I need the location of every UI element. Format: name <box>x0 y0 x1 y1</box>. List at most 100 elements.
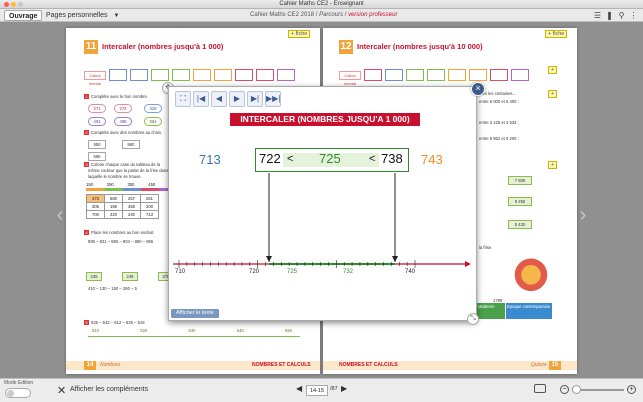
next-step-icon[interactable]: ▶| <box>247 91 263 107</box>
exercise-3-number: 3 <box>84 162 89 167</box>
pill-value: 326 <box>144 104 162 113</box>
calc-box[interactable] <box>406 69 424 81</box>
previous-page-arrow-icon[interactable]: ‹ <box>54 202 66 228</box>
exercise-3-text: Colorie chaque case du tableau de la <box>91 162 161 167</box>
calc-box[interactable] <box>427 69 445 81</box>
calc-box[interactable] <box>235 69 253 81</box>
zoom-in-icon[interactable]: + <box>627 385 636 394</box>
mode-edition-toggle[interactable] <box>5 388 31 398</box>
zoom-out-icon[interactable]: − <box>560 385 569 394</box>
arrow-head-high <box>392 256 398 262</box>
zoom-slider-knob[interactable] <box>572 385 581 394</box>
table-cell[interactable]: 680 <box>104 194 123 203</box>
next-page-button[interactable]: ▶ <box>341 384 347 393</box>
more-icon[interactable]: ⋮ <box>629 10 638 21</box>
exercise-1-text: Complète avec le bon nombre. <box>91 94 149 99</box>
pill-value: 272 <box>114 104 132 113</box>
calc-box[interactable] <box>172 69 190 81</box>
chevron-down-icon: ▼ <box>113 13 120 19</box>
table-cell[interactable]: 196 <box>104 202 123 211</box>
list-icon[interactable]: ☰ <box>593 10 602 21</box>
add-icon[interactable]: + <box>548 161 558 169</box>
fiche-button[interactable]: + fiche <box>545 30 568 38</box>
bookmark-icon[interactable]: ❚ <box>605 10 614 21</box>
left-page-number: 14 <box>84 361 96 370</box>
table-cell[interactable]: 240 <box>122 210 141 219</box>
table-cell[interactable]: 420 <box>104 210 123 219</box>
table-cell[interactable]: 200 <box>140 202 159 211</box>
table-cell[interactable]: 473 <box>86 194 105 203</box>
first-step-icon[interactable]: |◀ <box>193 91 209 107</box>
table-cell[interactable]: 261 <box>140 194 159 203</box>
close-complements-icon[interactable]: ✕ <box>57 384 66 397</box>
popup-controls: ⛶ |◀ ◀ ▶ ▶| ▶▶| <box>175 91 281 107</box>
hex-value: 235 <box>86 272 102 281</box>
table-cell[interactable]: 455 <box>122 202 141 211</box>
table-cell[interactable]: 713 <box>140 210 159 219</box>
camera-icon[interactable] <box>534 384 546 393</box>
exercise-5-line: 525 – 542 – 512 – 535 – 518 <box>91 320 145 325</box>
hex-value: 860 <box>122 140 140 149</box>
page-number-field[interactable]: 14-15 <box>306 385 328 396</box>
next-page-arrow-icon[interactable]: › <box>577 202 589 228</box>
calcul-mental-label: Calcul mental <box>84 70 106 86</box>
zoom-slider[interactable] <box>572 385 624 394</box>
left-number: 713 <box>199 152 221 167</box>
calc-box[interactable] <box>490 69 508 81</box>
right-line: utes les centaines... <box>479 91 517 96</box>
axis-label: 510 <box>92 328 99 333</box>
table-cell[interactable]: 700 <box>86 210 105 219</box>
hex-value: 9 250 <box>508 197 532 206</box>
calc-box[interactable] <box>277 69 295 81</box>
previous-step-icon[interactable]: ◀ <box>211 91 227 107</box>
number-line-full: 710 720 725 732 740 <box>173 173 471 275</box>
calc-box[interactable] <box>469 69 487 81</box>
lesson-number: 11 <box>84 40 98 54</box>
calc-box[interactable] <box>151 69 169 81</box>
exercise-4b-line: 410 – 130 – 150 – 260 – 5 <box>88 286 137 291</box>
hex-value: 7 600 <box>508 176 532 185</box>
calc-box[interactable] <box>193 69 211 81</box>
show-text-button[interactable]: Afficher le texte <box>171 309 219 318</box>
right-number: 743 <box>421 152 443 167</box>
calc-box[interactable] <box>448 69 466 81</box>
hex-value: 695 <box>88 152 106 161</box>
hex-value: 5 432 <box>508 220 532 229</box>
calc-box[interactable] <box>214 69 232 81</box>
add-icon[interactable]: + <box>548 66 558 74</box>
axis-label: 540 <box>236 328 244 333</box>
add-icon[interactable]: + <box>548 90 558 98</box>
table-cell[interactable]: 305 <box>86 202 105 211</box>
calc-box[interactable] <box>130 69 148 81</box>
timeline-tag: Epoque contemporaine <box>506 303 552 319</box>
complements-toggle[interactable]: Afficher les compléments <box>70 386 148 393</box>
tab-ouvrage[interactable]: Ouvrage <box>4 10 43 21</box>
arrow-head-low <box>266 256 272 262</box>
calc-box[interactable] <box>511 69 529 81</box>
calc-box[interactable] <box>364 69 382 81</box>
calc-box[interactable] <box>385 69 403 81</box>
pill-value: 271 <box>88 104 106 113</box>
exercise-5-axis <box>88 336 300 337</box>
number-table: 473 680 257 261 305 196 455 200 700 420 240 713 <box>86 194 159 219</box>
calc-box[interactable] <box>256 69 274 81</box>
axis-label: 720 <box>249 269 260 275</box>
calc-box[interactable] <box>109 69 127 81</box>
calcul-mental-label: Calcul mental <box>339 70 361 86</box>
table-cell[interactable]: 257 <box>122 194 141 203</box>
bottom-bar: Mode Edition ✕ Afficher les compléments … <box>0 378 643 402</box>
last-step-icon[interactable]: ▶▶| <box>265 91 281 107</box>
fiche-button[interactable]: + fiche <box>288 30 311 38</box>
close-icon[interactable]: × <box>471 82 485 96</box>
axis-label: 530 <box>188 328 196 333</box>
tab-pages-personnelles[interactable]: Pages personnelles ▼ <box>42 10 123 21</box>
resize-icon[interactable]: ⤡ <box>467 313 479 325</box>
interactive-popup: ⛶ |◀ ◀ ▶ ▶| ▶▶| INTERCALER (NOMBRES JUSQ… <box>168 86 477 321</box>
previous-page-button[interactable]: ◀ <box>296 384 302 393</box>
fullscreen-icon[interactable]: ⛶ <box>175 91 191 107</box>
play-icon[interactable]: ▶ <box>229 91 245 107</box>
axis-arrow <box>465 261 471 267</box>
search-icon[interactable]: ⚲ <box>617 10 626 21</box>
lesson-number: 12 <box>339 40 353 54</box>
left-footer-word: Nombres <box>100 362 121 368</box>
